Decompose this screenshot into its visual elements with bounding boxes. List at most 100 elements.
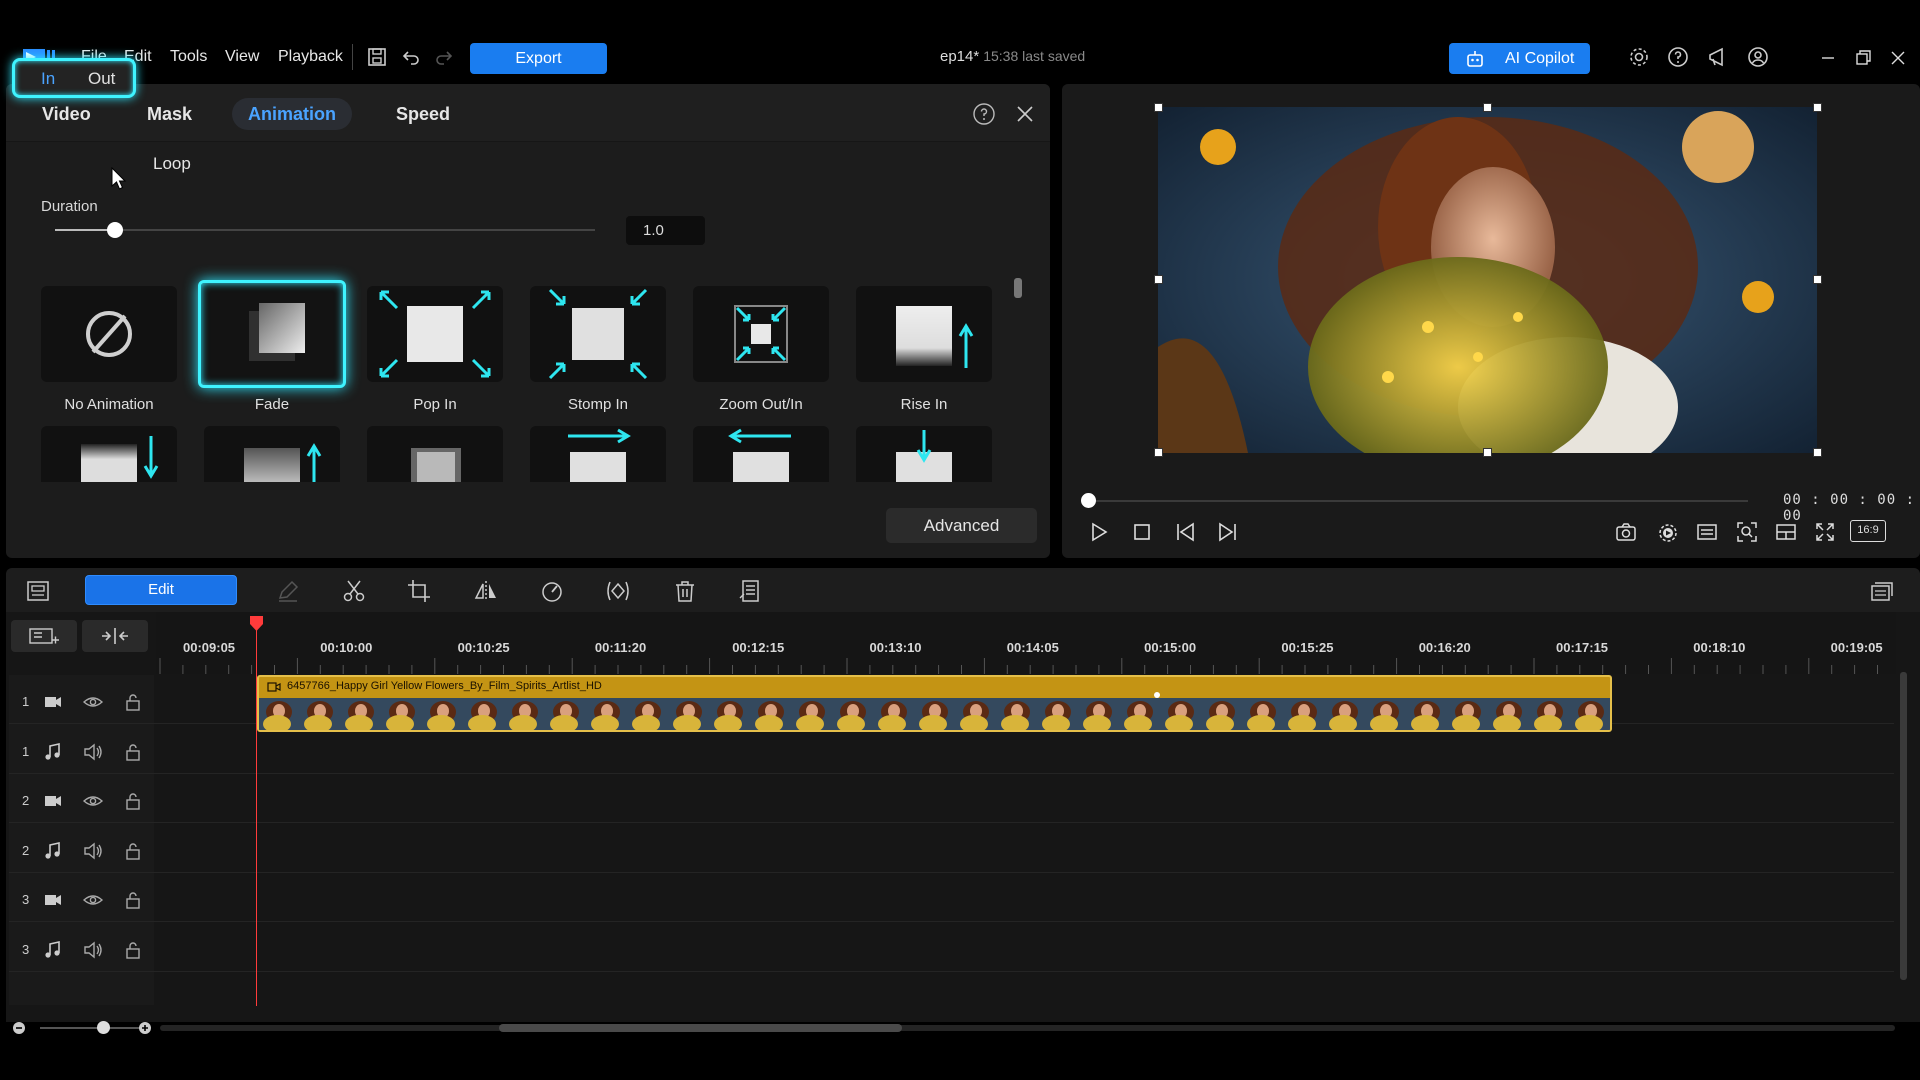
preset-scrollbar[interactable] bbox=[1014, 278, 1022, 298]
lock-icon[interactable] bbox=[123, 792, 143, 810]
resize-handle[interactable] bbox=[1813, 275, 1822, 284]
preset-slide-right[interactable] bbox=[530, 426, 666, 482]
timeline-settings-icon[interactable] bbox=[1869, 578, 1895, 604]
crop-icon[interactable] bbox=[406, 578, 432, 604]
subtab-in[interactable]: In bbox=[41, 69, 55, 89]
visibility-eye-icon[interactable] bbox=[83, 693, 103, 711]
export-button[interactable]: Export bbox=[470, 43, 607, 74]
flip-icon[interactable] bbox=[473, 578, 499, 604]
fit-timeline-button[interactable] bbox=[82, 620, 148, 652]
preset-stomp-in[interactable]: Stomp In bbox=[530, 286, 666, 413]
speaker-volume-icon[interactable] bbox=[83, 941, 103, 959]
zoom-preview-icon[interactable] bbox=[1735, 520, 1759, 544]
help-icon[interactable] bbox=[1666, 45, 1690, 69]
preset-slide-left[interactable] bbox=[693, 426, 829, 482]
menu-view[interactable]: View bbox=[225, 48, 259, 66]
fullscreen-icon[interactable] bbox=[1813, 520, 1837, 544]
snapshot-camera-icon[interactable] bbox=[1614, 520, 1638, 544]
preset-fade[interactable]: Fade bbox=[198, 280, 346, 413]
lock-icon[interactable] bbox=[123, 891, 143, 910]
minimize-icon[interactable] bbox=[1818, 48, 1838, 68]
previous-frame-icon[interactable] bbox=[1174, 520, 1198, 544]
preset-drop-down[interactable] bbox=[41, 426, 177, 482]
restore-icon[interactable] bbox=[1853, 48, 1873, 68]
delete-trash-icon[interactable] bbox=[672, 578, 698, 604]
lock-icon[interactable] bbox=[123, 743, 143, 761]
speed-gauge-icon[interactable] bbox=[539, 578, 565, 604]
advanced-button[interactable]: Advanced bbox=[886, 508, 1037, 543]
track-row-video[interactable] bbox=[9, 873, 1894, 923]
edit-button[interactable]: Edit bbox=[85, 575, 237, 605]
timeline-layout-icon[interactable] bbox=[25, 578, 51, 604]
more-options-icon[interactable] bbox=[737, 578, 763, 604]
duration-value-input[interactable]: 1.0 bbox=[626, 216, 705, 245]
ai-copilot-button[interactable]: AI Copilot bbox=[1449, 43, 1590, 74]
zoom-out-icon[interactable] bbox=[12, 1021, 26, 1035]
track-row-audio[interactable] bbox=[9, 923, 1894, 972]
next-frame-icon[interactable] bbox=[1215, 520, 1239, 544]
add-track-button[interactable] bbox=[11, 620, 77, 652]
resize-handle[interactable] bbox=[1154, 103, 1163, 112]
undo-icon[interactable] bbox=[399, 45, 423, 69]
menu-playback[interactable]: Playback bbox=[278, 48, 343, 66]
preset-zoom-out-in[interactable]: Zoom Out/In bbox=[693, 286, 829, 413]
visibility-eye-icon[interactable] bbox=[83, 792, 103, 810]
menu-tools[interactable]: Tools bbox=[170, 48, 207, 66]
timeline-horizontal-scrollbar[interactable] bbox=[160, 1025, 1895, 1031]
tab-video[interactable]: Video bbox=[26, 98, 107, 130]
preset-no-animation[interactable]: No Animation bbox=[41, 286, 177, 413]
lock-icon[interactable] bbox=[123, 693, 143, 711]
panel-help-icon[interactable] bbox=[972, 102, 996, 126]
tab-animation[interactable]: Animation bbox=[232, 98, 352, 130]
preset-rise-fade[interactable] bbox=[204, 426, 340, 482]
subtab-out[interactable]: Out bbox=[88, 69, 115, 89]
preset-blur-in[interactable] bbox=[367, 426, 503, 482]
play-icon[interactable] bbox=[1087, 520, 1111, 544]
visibility-eye-icon[interactable] bbox=[83, 891, 103, 909]
stop-icon[interactable] bbox=[1130, 520, 1154, 544]
close-panel-icon[interactable] bbox=[1014, 103, 1036, 125]
resize-handle[interactable] bbox=[1483, 103, 1492, 112]
duration-slider-thumb[interactable] bbox=[107, 222, 123, 238]
timeline-vertical-scrollbar[interactable] bbox=[1900, 672, 1907, 980]
timeline-scroll-thumb[interactable] bbox=[499, 1024, 902, 1032]
track-row-audio[interactable] bbox=[9, 824, 1894, 873]
speaker-volume-icon[interactable] bbox=[83, 743, 103, 761]
save-icon[interactable] bbox=[365, 45, 389, 69]
preset-rise-in[interactable]: Rise In bbox=[856, 286, 992, 413]
preset-pop-in[interactable]: Pop In bbox=[367, 286, 503, 413]
redo-icon[interactable] bbox=[432, 45, 456, 69]
close-window-icon[interactable] bbox=[1888, 48, 1908, 68]
subtab-loop[interactable]: Loop bbox=[153, 154, 191, 174]
lock-icon[interactable] bbox=[123, 941, 143, 959]
resize-handle[interactable] bbox=[1154, 275, 1163, 284]
aspect-ratio-button[interactable]: 16:9 bbox=[1850, 520, 1886, 542]
settings-gear-icon[interactable] bbox=[1627, 45, 1651, 69]
resize-handle[interactable] bbox=[1154, 448, 1163, 457]
timeline-zoom-thumb[interactable] bbox=[97, 1021, 110, 1034]
resize-handle[interactable] bbox=[1813, 103, 1822, 112]
preview-quality-icon[interactable] bbox=[1656, 520, 1680, 544]
keyframe-icon[interactable] bbox=[605, 578, 631, 604]
scissors-icon[interactable] bbox=[341, 578, 367, 604]
subtitle-list-icon[interactable] bbox=[1695, 520, 1719, 544]
resize-handle[interactable] bbox=[1813, 448, 1822, 457]
preset-bounce-down[interactable] bbox=[856, 426, 992, 482]
feedback-megaphone-icon[interactable] bbox=[1706, 45, 1730, 69]
tab-speed[interactable]: Speed bbox=[380, 98, 466, 130]
preview-seek-bar[interactable] bbox=[1088, 500, 1748, 502]
resize-handle[interactable] bbox=[1483, 448, 1492, 457]
playhead-handle[interactable] bbox=[249, 615, 264, 632]
preview-seek-thumb[interactable] bbox=[1081, 493, 1096, 508]
track-row-video[interactable] bbox=[9, 774, 1894, 824]
duration-slider-track[interactable] bbox=[55, 229, 595, 231]
zoom-in-icon[interactable] bbox=[138, 1021, 152, 1035]
tab-mask[interactable]: Mask bbox=[131, 98, 208, 130]
video-clip[interactable]: 6457766_Happy Girl Yellow Flowers_By_Fil… bbox=[257, 675, 1612, 732]
account-icon[interactable] bbox=[1746, 45, 1770, 69]
speaker-volume-icon[interactable] bbox=[83, 842, 103, 860]
playhead-line[interactable] bbox=[256, 622, 257, 1006]
timeline-zoom-slider[interactable] bbox=[40, 1027, 140, 1029]
lock-icon[interactable] bbox=[123, 842, 143, 860]
layout-grid-icon[interactable] bbox=[1774, 520, 1798, 544]
